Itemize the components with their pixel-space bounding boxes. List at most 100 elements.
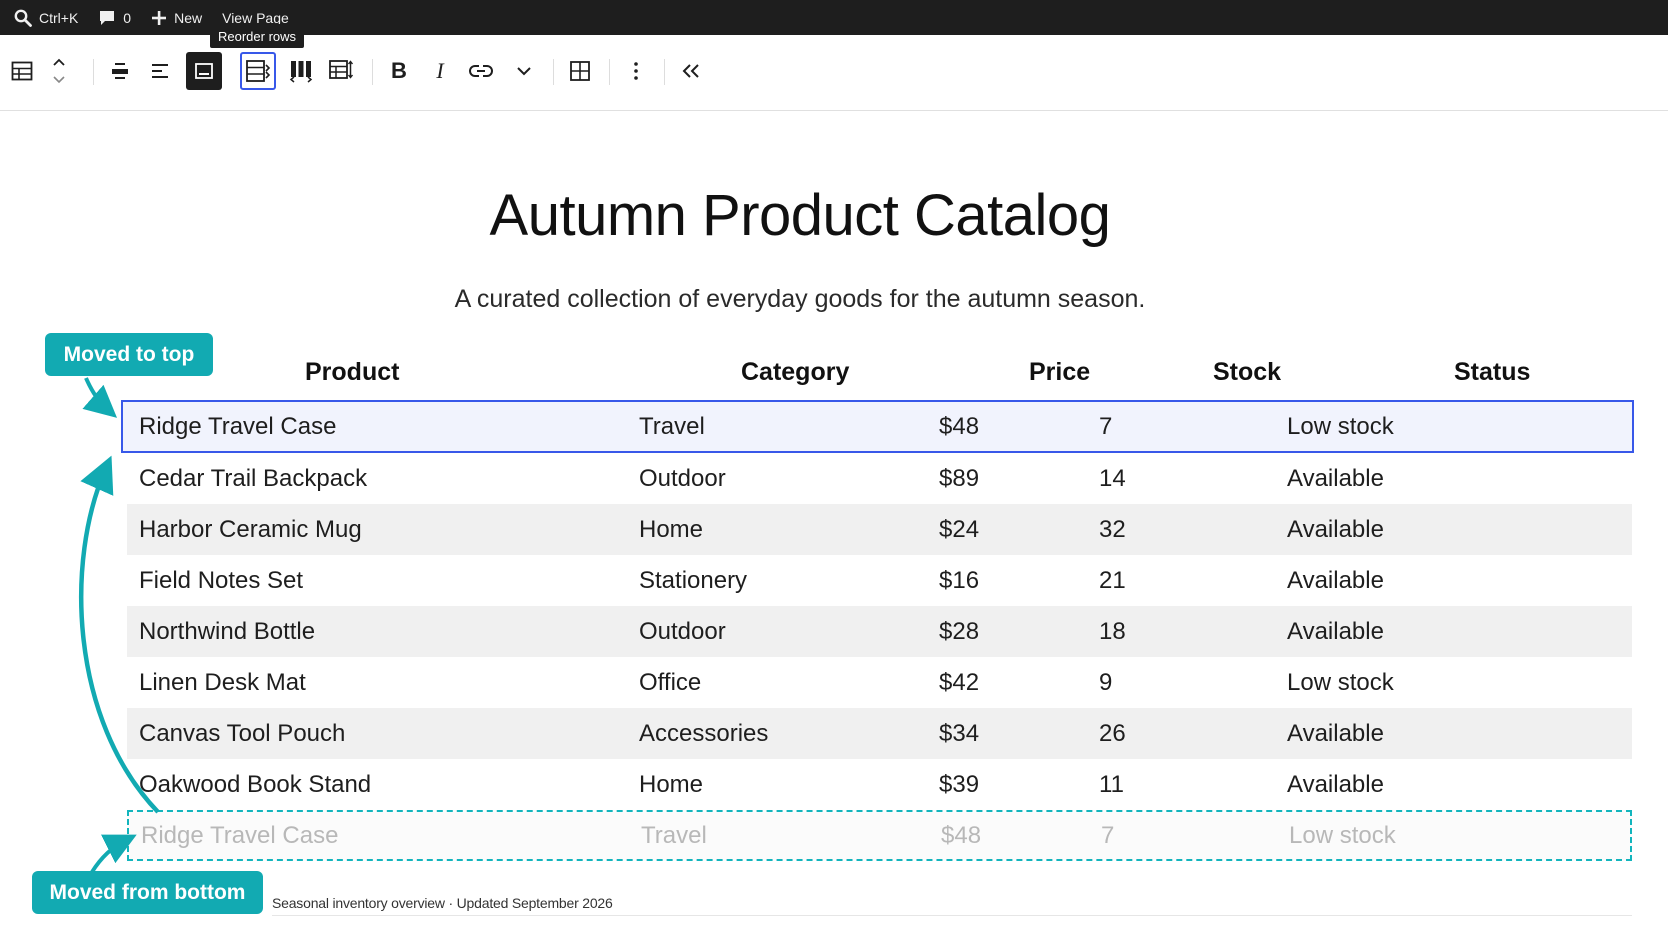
options-button[interactable] [618,52,654,90]
header-product[interactable]: Product [305,358,399,387]
cell-stock[interactable]: 18 [1099,606,1126,657]
cell-category[interactable]: Home [639,759,703,810]
ghost-row-original-position: Ridge Travel Case Travel $48 7 Low stock [127,810,1632,861]
move-up-down-control[interactable] [44,52,74,90]
cell-price[interactable]: $24 [939,504,979,555]
italic-button[interactable]: I [422,52,458,90]
bold-label: B [391,58,407,83]
table-row-selected[interactable]: Ridge Travel Case Travel $48 7 Low stock [121,400,1634,453]
cell-stock[interactable]: 11 [1099,759,1124,810]
search-icon [14,9,32,27]
cell-price[interactable]: $28 [939,606,979,657]
cell-status[interactable]: Available [1287,708,1384,759]
table-row[interactable]: Cedar Trail Backpack Outdoor $89 14 Avai… [127,453,1632,504]
cell-price[interactable]: $34 [939,708,979,759]
new-content-button[interactable]: New [151,10,202,26]
cell-category[interactable]: Outdoor [639,606,726,657]
more-formatting-button[interactable] [506,52,542,90]
table-icon [10,59,34,83]
link-icon [469,63,493,79]
caption-icon [193,60,215,82]
toolbar-separator [553,59,554,85]
ghost-cell-product: Ridge Travel Case [141,821,339,849]
table-sort-icon [328,58,354,84]
moved-from-bottom-arrow [90,834,137,874]
caption-toggle-button[interactable] [186,52,222,90]
command-search-button[interactable]: Ctrl+K [14,9,78,27]
edit-table-button[interactable] [562,52,598,90]
toolbar-separator [609,59,610,85]
cell-product[interactable]: Canvas Tool Pouch [139,708,345,759]
reorder-columns-button[interactable] [283,52,319,90]
cell-product[interactable]: Oakwood Book Stand [139,759,371,810]
cell-price[interactable]: $16 [939,555,979,606]
table-settings-button[interactable] [323,52,359,90]
cell-stock[interactable]: 26 [1099,708,1126,759]
table-caption[interactable]: Seasonal inventory overview · Updated Se… [272,895,613,911]
cell-stock[interactable]: 9 [1099,657,1112,708]
moved-to-top-arrow [82,377,118,418]
ghost-cell-status: Low stock [1289,821,1396,849]
cell-stock[interactable]: 14 [1099,453,1126,504]
cell-status[interactable]: Available [1287,504,1384,555]
cell-product[interactable]: Ridge Travel Case [139,402,336,451]
ghost-cell-price: $48 [941,821,982,849]
caption-divider [272,915,1632,916]
new-label: New [174,9,203,26]
table-row[interactable]: Canvas Tool Pouch Accessories $34 26 Ava… [127,708,1632,759]
table-row[interactable]: Field Notes Set Stationery $16 21 Availa… [127,555,1632,606]
header-category[interactable]: Category [741,358,849,387]
align-button[interactable] [102,52,138,90]
toolbar-separator [93,59,94,85]
table-block-button[interactable] [4,52,40,90]
header-stock[interactable]: Stock [1213,358,1281,387]
cell-stock[interactable]: 32 [1099,504,1126,555]
cell-category[interactable]: Home [639,504,703,555]
cell-category[interactable]: Office [639,657,701,708]
reorder-rows-tooltip: Reorder rows [210,24,305,48]
cell-status[interactable]: Low stock [1287,657,1394,708]
comments-count: 0 [123,9,132,26]
cell-stock[interactable]: 21 [1099,555,1126,606]
cell-status[interactable]: Available [1287,453,1384,504]
cell-price[interactable]: $89 [939,453,979,504]
page-title[interactable]: Autumn Product Catalog [0,182,1600,249]
cell-product[interactable]: Field Notes Set [139,555,303,606]
cell-price[interactable]: $42 [939,657,979,708]
cell-price[interactable]: $39 [939,759,979,810]
cell-product[interactable]: Linen Desk Mat [139,657,306,708]
reorder-rows-button[interactable] [240,52,276,90]
link-button[interactable] [463,52,499,90]
table-row[interactable]: Oakwood Book Stand Home $39 11 Available [127,759,1632,810]
table-row[interactable]: Linen Desk Mat Office $42 9 Low stock [127,657,1632,708]
chevron-up-down-icon [50,55,68,87]
table-row[interactable]: Northwind Bottle Outdoor $28 18 Availabl… [127,606,1632,657]
table-row[interactable]: Harbor Ceramic Mug Home $24 32 Available [127,504,1632,555]
cell-status[interactable]: Available [1287,555,1384,606]
header-price[interactable]: Price [1029,358,1090,387]
comments-button[interactable]: 0 [98,9,131,27]
ghost-cell-category: Travel [641,821,707,849]
cell-product[interactable]: Northwind Bottle [139,606,315,657]
collapse-toolbar-button[interactable] [673,52,709,90]
cell-status[interactable]: Available [1287,759,1384,810]
header-status[interactable]: Status [1454,358,1530,387]
cell-product[interactable]: Harbor Ceramic Mug [139,504,362,555]
cell-product[interactable]: Cedar Trail Backpack [139,453,367,504]
cell-category[interactable]: Travel [639,402,705,451]
cell-category[interactable]: Accessories [639,708,768,759]
search-shortcut-label: Ctrl+K [39,9,79,26]
reorder-rows-icon [245,58,271,84]
italic-label: I [436,58,444,83]
cell-status[interactable]: Low stock [1287,402,1394,451]
text-align-button[interactable] [142,52,178,90]
cell-category[interactable]: Outdoor [639,453,726,504]
cell-category[interactable]: Stationery [639,555,747,606]
cell-status[interactable]: Available [1287,606,1384,657]
bold-button[interactable]: B [381,52,417,90]
cell-stock[interactable]: 7 [1099,402,1112,451]
product-table: Product Category Price Stock Status Ridg… [121,348,1634,861]
page-subtitle[interactable]: A curated collection of everyday goods f… [0,285,1600,314]
cell-price[interactable]: $48 [939,402,979,451]
toolbar-separator [372,59,373,85]
